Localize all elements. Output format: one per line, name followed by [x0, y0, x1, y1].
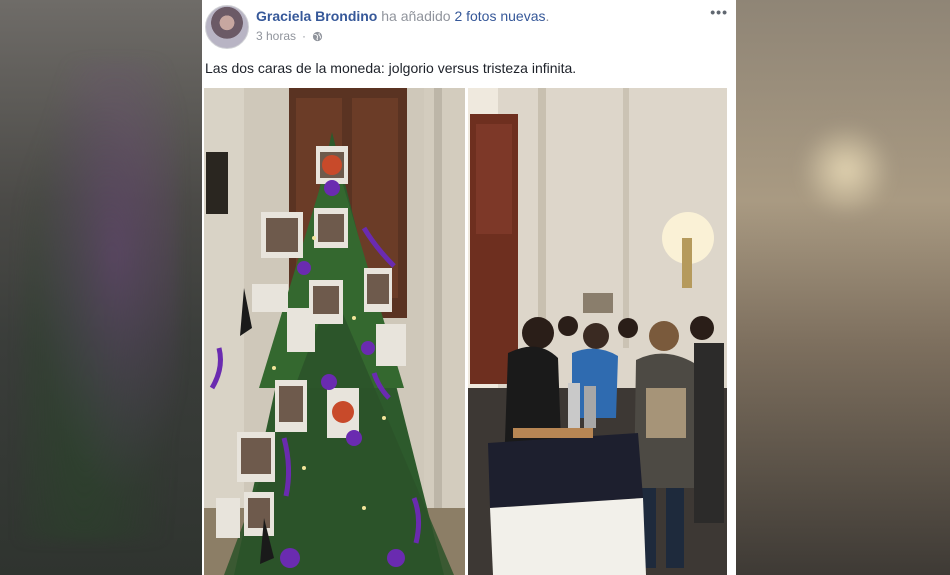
blurred-background-right — [736, 0, 950, 575]
author-name-link[interactable]: Graciela Brondino — [256, 8, 377, 24]
blurred-background-left — [0, 0, 202, 575]
facebook-post: Graciela Brondino ha añadido 2 fotos nue… — [202, 0, 736, 575]
action-suffix: . — [545, 8, 550, 24]
action-prefix: ha añadido — [381, 8, 451, 24]
avatar[interactable] — [205, 5, 249, 49]
photos-link[interactable]: 2 fotos nuevas — [454, 8, 545, 24]
timestamp-link[interactable]: 3 horas — [256, 29, 296, 43]
party-crowd-photo[interactable] — [468, 88, 727, 575]
christmas-tree-photo[interactable] — [204, 88, 465, 575]
post-header: Graciela Brondino ha añadido 2 fotos nue… — [256, 8, 549, 24]
more-options-icon[interactable]: ••• — [710, 4, 728, 20]
globe-icon[interactable] — [312, 31, 323, 42]
post-meta: 3 horas · — [256, 29, 323, 43]
post-text: Las dos caras de la moneda: jolgorio ver… — [205, 60, 577, 76]
separator-dot: · — [302, 29, 307, 43]
